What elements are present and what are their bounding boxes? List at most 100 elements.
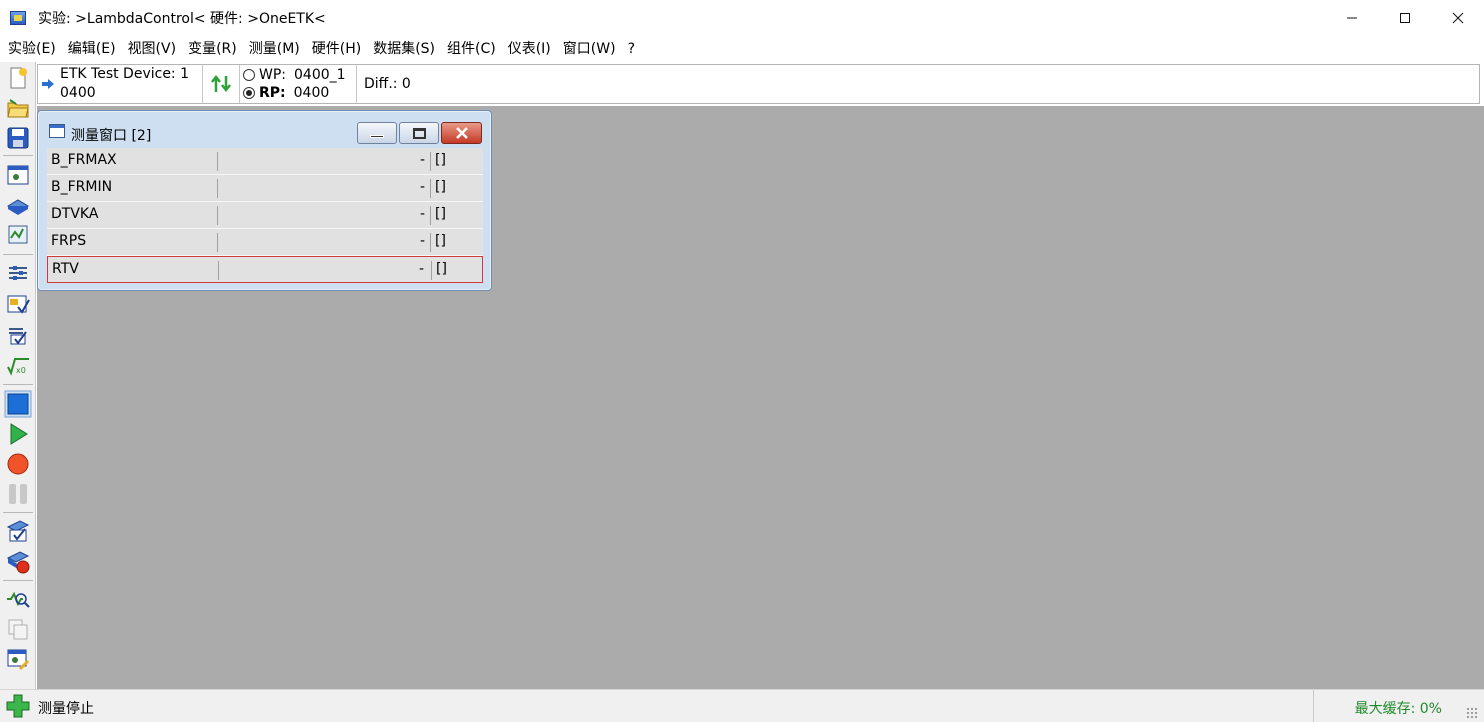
- maximize-button[interactable]: [1378, 0, 1431, 36]
- column-divider: [431, 261, 432, 280]
- page-switch: WP: 0400_1 RP: 0400: [240, 65, 357, 103]
- maximize-icon: [1399, 13, 1410, 23]
- status-text: 测量停止: [38, 701, 94, 717]
- menu-bar: 实验(E) 编辑(E) 视图(V) 变量(R) 测量(M) 硬件(H) 数据集(…: [0, 36, 1484, 62]
- minimize-icon: [370, 134, 384, 138]
- measure-window-icon: [49, 124, 65, 138]
- measure-unit: []: [435, 233, 446, 249]
- rp-label: RP:: [259, 85, 286, 101]
- toolbar-separator: [3, 155, 33, 156]
- new-experiment-icon[interactable]: [6, 66, 30, 90]
- measure-row[interactable]: B_FRMIN - []: [47, 175, 483, 202]
- menu-measure[interactable]: 测量(M): [243, 36, 306, 62]
- add-plus-icon[interactable]: [6, 694, 30, 718]
- pause-icon[interactable]: [6, 482, 30, 506]
- measure-name: DTVKA: [51, 206, 99, 222]
- resize-grip[interactable]: [1466, 707, 1478, 719]
- save-icon[interactable]: [6, 126, 30, 150]
- menu-view[interactable]: 视图(V): [122, 36, 183, 62]
- dataset-icon[interactable]: [6, 223, 30, 247]
- menu-variable[interactable]: 变量(R): [182, 36, 243, 62]
- minimize-icon: [1346, 17, 1357, 19]
- menu-dataset[interactable]: 数据集(S): [367, 36, 441, 62]
- measure-name: RTV: [52, 261, 79, 277]
- child-maximize-button[interactable]: [399, 122, 439, 144]
- device-bar: ETK Test Device: 1 0400 WP: 0400_1 RP: 0…: [37, 64, 1480, 104]
- wp-radio[interactable]: [243, 69, 255, 81]
- wp-label: WP:: [259, 67, 287, 83]
- svg-text:x0: x0: [16, 366, 26, 375]
- measure-unit: []: [435, 179, 446, 195]
- measure-name: B_FRMAX: [51, 152, 117, 168]
- close-button[interactable]: [1431, 0, 1484, 36]
- measure-window-titlebar[interactable]: 测量窗口 [2]: [38, 111, 491, 146]
- calibration-config-icon[interactable]: [6, 323, 30, 347]
- menu-experiment[interactable]: 实验(E): [2, 36, 62, 62]
- close-icon: [455, 127, 468, 139]
- maximize-icon: [412, 127, 426, 139]
- title-bar: 实验: >LambdaControl< 硬件: >OneETK<: [0, 0, 1484, 36]
- column-divider: [430, 206, 431, 225]
- close-icon: [1452, 12, 1463, 24]
- minimize-button[interactable]: [1325, 0, 1378, 36]
- measure-value: -: [419, 179, 425, 195]
- sync-arrows-icon: [211, 75, 231, 93]
- left-toolbar: x0: [0, 62, 36, 722]
- menu-component[interactable]: 组件(C): [441, 36, 502, 62]
- signal-search-icon[interactable]: [6, 587, 30, 611]
- record-icon[interactable]: [6, 452, 30, 476]
- sync-button[interactable]: [203, 65, 240, 103]
- stop-square-icon[interactable]: [4, 390, 32, 418]
- measure-unit: []: [436, 261, 447, 277]
- record-device-icon[interactable]: [6, 550, 30, 574]
- edit-window-icon[interactable]: [6, 647, 30, 671]
- wp-value: 0400_1: [294, 67, 346, 83]
- device-address: 0400: [60, 85, 96, 101]
- menu-edit[interactable]: 编辑(E): [62, 36, 122, 62]
- measure-unit: []: [435, 152, 446, 168]
- arrow-right-icon: [42, 79, 54, 89]
- measure-row[interactable]: DTVKA - []: [47, 202, 483, 229]
- measure-row-selected[interactable]: RTV - []: [47, 256, 483, 283]
- experiment-window-icon[interactable]: [6, 163, 30, 187]
- child-close-button[interactable]: [441, 122, 482, 144]
- column-divider: [217, 206, 218, 225]
- copy-icon[interactable]: [6, 617, 30, 641]
- measure-name: B_FRMIN: [51, 179, 113, 195]
- column-divider: [218, 261, 219, 280]
- menu-instrument[interactable]: 仪表(I): [502, 36, 557, 62]
- formula-icon[interactable]: x0: [6, 353, 30, 377]
- checklist-icon[interactable]: [6, 519, 30, 543]
- status-cache-panel: 最大缓存: 0%: [1313, 690, 1482, 722]
- menu-help[interactable]: ?: [622, 36, 641, 62]
- status-bar: 测量停止 最大缓存: 0%: [0, 689, 1484, 722]
- wp-option[interactable]: WP: 0400_1: [243, 66, 346, 84]
- device-selector[interactable]: ETK Test Device: 1 0400: [38, 65, 203, 103]
- window-controls: [1325, 0, 1484, 36]
- window-title: 实验: >LambdaControl< 硬件: >OneETK<: [38, 11, 326, 27]
- start-measurement-icon[interactable]: [6, 422, 30, 446]
- menu-window[interactable]: 窗口(W): [557, 36, 622, 62]
- variable-list-icon[interactable]: [6, 261, 30, 285]
- hardware-module-icon[interactable]: [6, 193, 30, 217]
- measure-window: 测量窗口 [2] B_FRMAX - [] B_FRMIN - [] DTVKA…: [37, 110, 492, 291]
- child-minimize-button[interactable]: [357, 122, 397, 144]
- toolbar-separator: [3, 254, 33, 255]
- column-divider: [217, 179, 218, 198]
- rp-option[interactable]: RP: 0400: [243, 84, 346, 102]
- app-icon: [10, 11, 26, 25]
- measure-row[interactable]: FRPS - []: [47, 229, 483, 256]
- column-divider: [430, 233, 431, 252]
- measurement-config-icon[interactable]: [6, 293, 30, 317]
- toolbar-separator: [3, 384, 33, 385]
- cache-indicator: 最大缓存: 0%: [1354, 701, 1442, 717]
- diff-text: Diff.: 0: [364, 76, 411, 92]
- device-name: ETK Test Device: 1: [60, 66, 190, 82]
- measure-row[interactable]: B_FRMAX - []: [47, 148, 483, 175]
- open-folder-icon[interactable]: [6, 96, 30, 120]
- measure-value: -: [418, 261, 424, 277]
- rp-radio[interactable]: [243, 87, 255, 99]
- menu-hardware[interactable]: 硬件(H): [306, 36, 367, 62]
- column-divider: [430, 152, 431, 171]
- toolbar-separator: [3, 580, 33, 581]
